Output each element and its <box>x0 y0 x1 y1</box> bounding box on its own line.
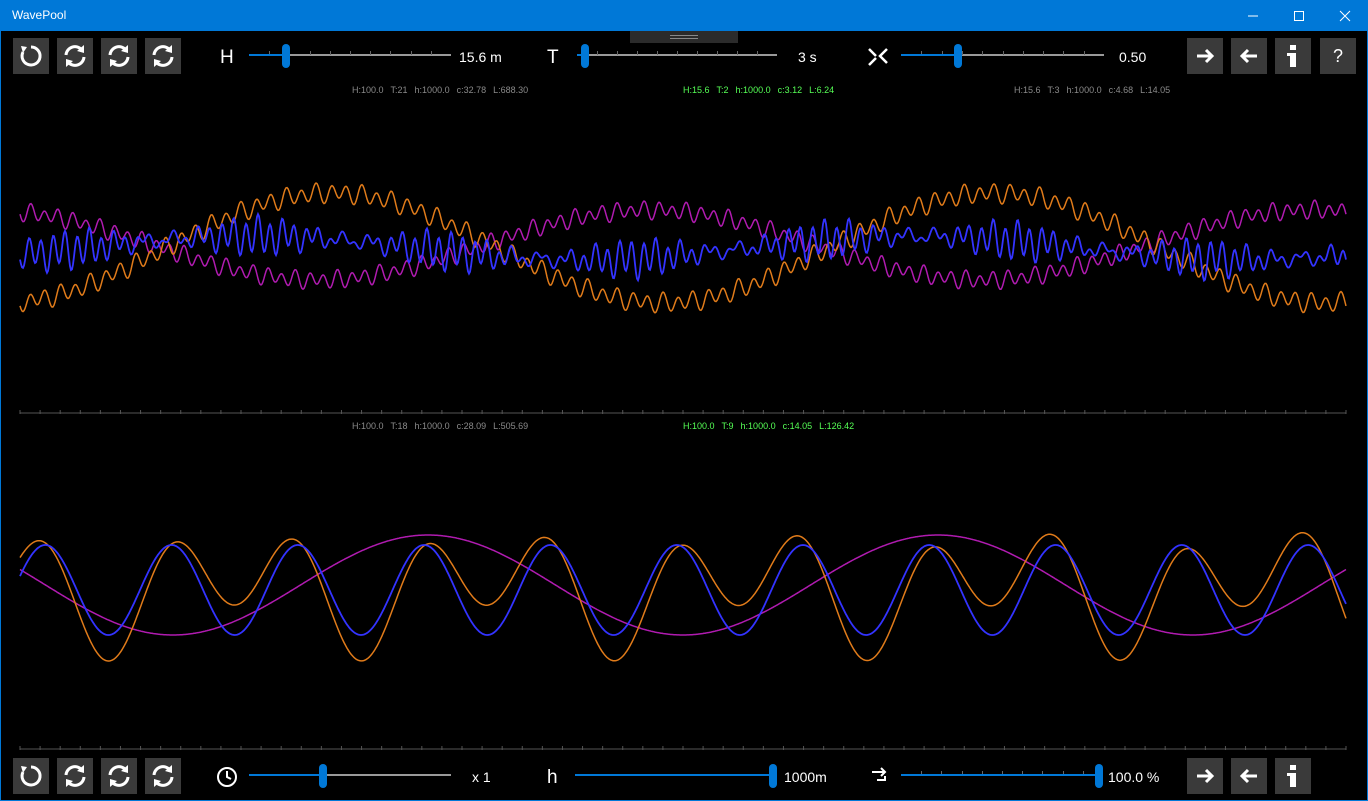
speed-slider[interactable] <box>249 761 451 791</box>
wave-display <box>19 182 1347 750</box>
depth-value: 1000m <box>784 769 827 785</box>
sync-icon <box>108 765 130 787</box>
sync-icon <box>152 765 174 787</box>
depth-slider[interactable] <box>575 761 777 791</box>
slider-thumb <box>319 764 327 788</box>
sync-bottom-right-button[interactable] <box>145 758 181 794</box>
bottom-wave-plot <box>19 531 1347 662</box>
info-bottom-button[interactable] <box>1275 758 1311 794</box>
slider-thumb <box>1095 764 1103 788</box>
clock-icon <box>216 766 238 793</box>
wave-axes <box>19 410 1347 750</box>
depth-label: h <box>547 767 558 788</box>
speed-value: x 1 <box>472 769 491 785</box>
sync-bottom-left-button[interactable] <box>57 758 93 794</box>
info-icon <box>1287 765 1296 787</box>
sync-icon <box>64 765 86 787</box>
next-bottom-button[interactable] <box>1187 758 1223 794</box>
mix-value: 100.0 % <box>1108 769 1160 785</box>
mix-slider[interactable] <box>901 761 1103 791</box>
slider-thumb <box>769 764 777 788</box>
reset-icon <box>20 765 42 787</box>
blue-wave-top <box>19 211 1347 283</box>
arrow-left-icon <box>1239 768 1257 784</box>
sync-bottom-center-button[interactable] <box>101 758 137 794</box>
arrow-right-icon <box>1197 768 1215 784</box>
swap-icon <box>869 766 891 791</box>
reset-bottom-button[interactable] <box>13 758 49 794</box>
top-wave-plot <box>19 182 1347 314</box>
prev-bottom-button[interactable] <box>1231 758 1267 794</box>
